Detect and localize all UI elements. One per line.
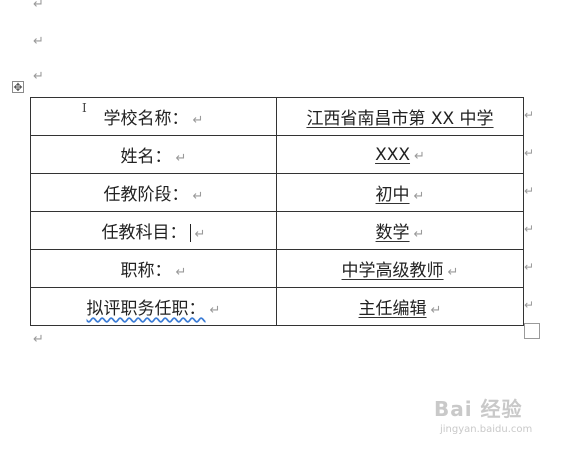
paragraph-mark: ↵ (33, 0, 44, 12)
table-cell-label[interactable]: 姓名： ↵ (30, 135, 277, 174)
paragraph-mark: ↵ (209, 303, 221, 318)
label-text: 拟评职务任职： (86, 299, 206, 319)
paragraph-mark: ↵ (430, 303, 442, 318)
table-cell-label[interactable]: 任教科目： ↵ (30, 211, 277, 250)
table-cell-label[interactable]: 拟评职务任职： ↵ (30, 287, 277, 326)
paragraph-mark: ↵ (194, 227, 206, 242)
paragraph-mark: ↵ (414, 148, 425, 164)
table-cell-label[interactable]: 学校名称： ↵ (30, 97, 277, 136)
table-move-handle-icon[interactable]: ✥ (12, 81, 24, 93)
label-text: 学校名称： (103, 109, 189, 129)
table-cell-value[interactable]: 主任编辑 ↵ (276, 287, 524, 326)
info-table[interactable]: 学校名称： ↵ 江西省南昌市第 XX 中学 姓名： ↵ XXX ↵ 任教阶段： ↵ 初中… (30, 97, 524, 326)
label-text: 职称： (120, 261, 172, 281)
table-row: 职称： ↵ 中学高级教师 ↵ (30, 249, 524, 288)
paragraph-mark: ↵ (33, 34, 44, 49)
value-text: 数学 (375, 223, 410, 243)
end-of-row-mark: ↵ (524, 184, 535, 198)
paragraph-mark: ↵ (175, 151, 187, 166)
watermark-brand: Bai 经验 (434, 397, 523, 421)
table-row: 任教阶段： ↵ 初中 ↵ (30, 173, 524, 212)
end-of-row-mark: ↵ (524, 260, 535, 274)
value-text: 江西省南昌市第 XX 中学 (306, 109, 494, 129)
label-text: 姓名： (120, 147, 172, 167)
table-cell-value[interactable]: 江西省南昌市第 XX 中学 (276, 97, 524, 136)
paragraph-mark: ↵ (413, 227, 425, 242)
baidu-watermark: Bai 经验 jingyan.baidu.com (434, 393, 532, 435)
paragraph-mark: ↵ (33, 69, 44, 84)
end-of-row-mark: ↵ (524, 298, 535, 312)
paragraph-mark: ↵ (413, 189, 425, 204)
table-row: 任教科目： ↵ 数学 ↵ (30, 211, 524, 250)
table-resize-handle-icon[interactable] (524, 323, 540, 339)
watermark-url: jingyan.baidu.com (440, 424, 533, 435)
table-cell-value[interactable]: XXX ↵ (276, 135, 524, 174)
value-text: 初中 (375, 185, 410, 205)
end-of-row-mark: ↵ (524, 108, 535, 122)
paragraph-mark: ↵ (447, 265, 459, 280)
value-text: XXX (375, 144, 411, 165)
table-cell-label[interactable]: 任教阶段： ↵ (30, 173, 277, 212)
table-cell-value[interactable]: 初中 ↵ (276, 173, 524, 212)
table-row: 姓名： ↵ XXX ↵ (30, 135, 524, 174)
value-text: 中学高级教师 (341, 261, 444, 281)
table-cell-value[interactable]: 中学高级教师 ↵ (276, 249, 524, 288)
table-row: 学校名称： ↵ 江西省南昌市第 XX 中学 (30, 97, 524, 136)
label-text: 任教阶段： (103, 185, 189, 205)
table-row: 拟评职务任职： ↵ 主任编辑 ↵ (30, 287, 524, 326)
end-of-row-mark: ↵ (524, 146, 535, 160)
table-cell-value[interactable]: 数学 ↵ (276, 211, 524, 250)
text-caret (189, 224, 191, 242)
label-text: 任教科目： (101, 223, 187, 243)
value-text: 主任编辑 (358, 299, 427, 319)
end-of-row-mark: ↵ (524, 222, 535, 236)
table-cell-label[interactable]: 职称： ↵ (30, 249, 277, 288)
paragraph-mark: ↵ (192, 189, 204, 204)
paragraph-mark: ↵ (192, 113, 204, 128)
paragraph-mark: ↵ (33, 332, 44, 347)
paragraph-mark: ↵ (175, 265, 187, 280)
